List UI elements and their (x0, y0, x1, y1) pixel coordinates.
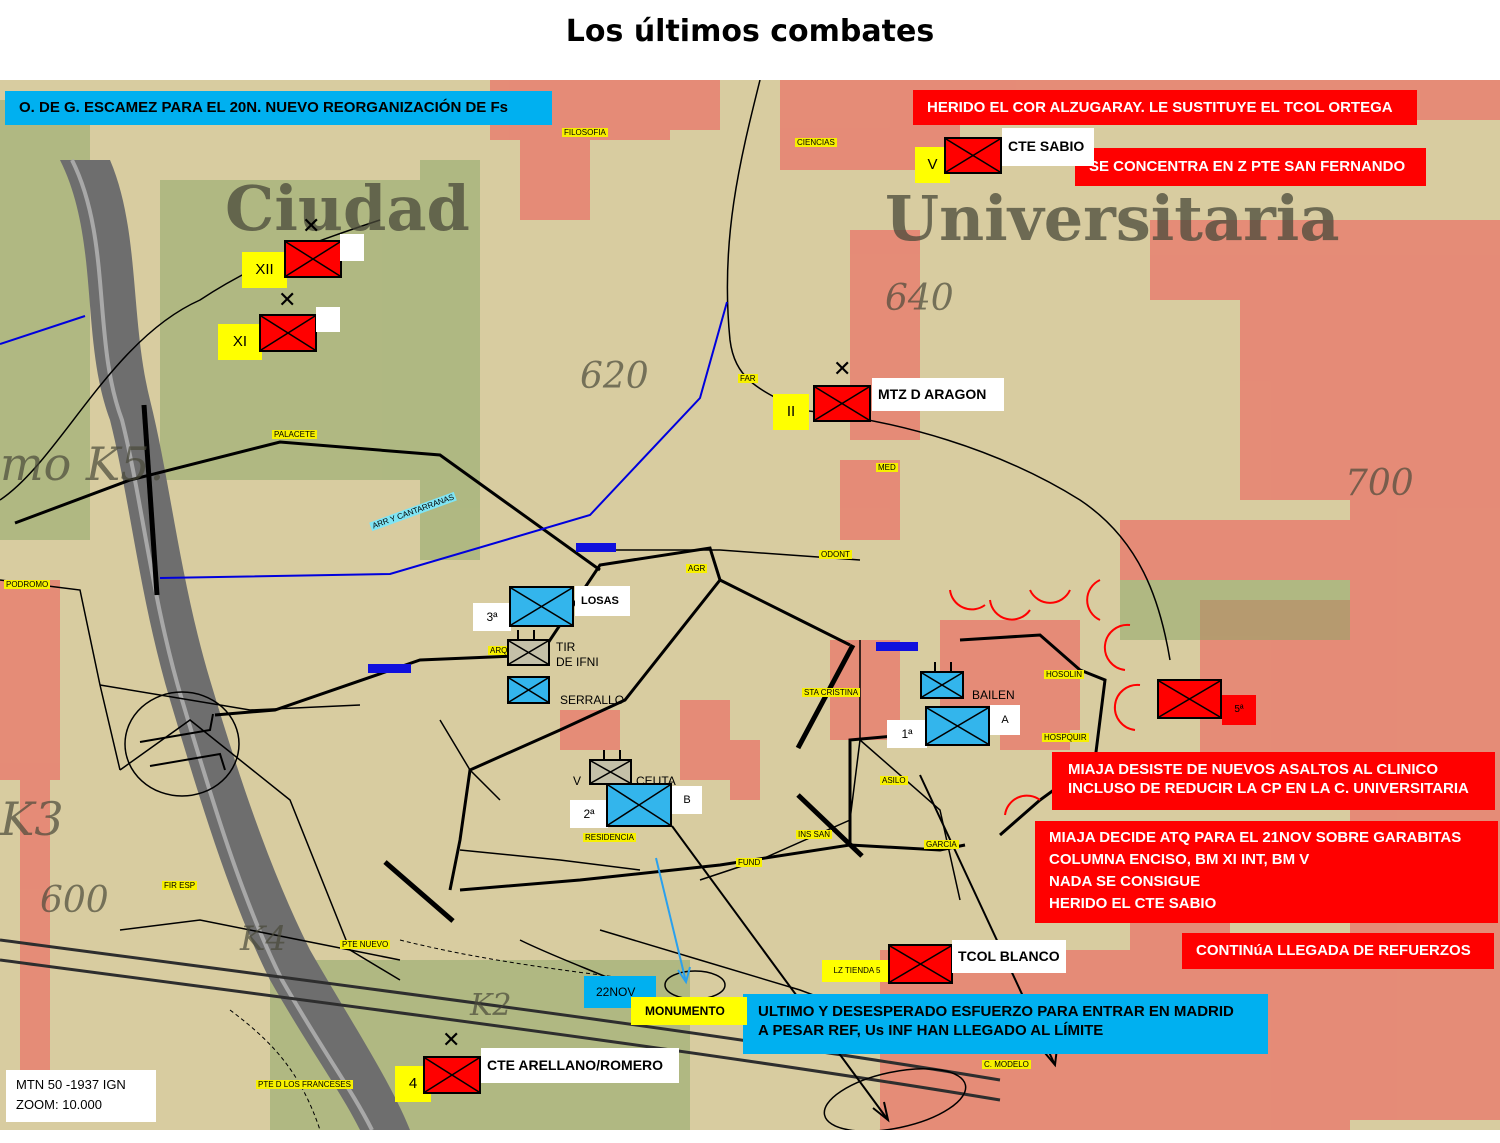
page-title: Los últimos combates (565, 14, 935, 49)
ultimo-esfuerzo-banner: ULTIMO Y DESESPERADO ESFUERZO PARA ENTRA… (743, 994, 1268, 1054)
label-pte-nuevo: PTE NUEVO (340, 940, 391, 949)
close-icon: ✕ (302, 214, 321, 239)
label-pte-franceses: PTE D LOS FRANCESES (256, 1080, 353, 1089)
label-odont: ODONT (819, 550, 852, 559)
blue-unit-bailen[interactable] (925, 706, 990, 746)
label-ins-san: INS SAN (796, 830, 833, 839)
mtz-aragon-number: II (773, 394, 809, 430)
map-source-box: MTN 50 -1937 IGN ZOOM: 10.000 (6, 1070, 156, 1122)
label-garcia: GARCIA (924, 840, 959, 849)
label-med: MED (876, 463, 898, 472)
miaja-decide-line2: COLUMNA ENCISO, BM XI INT, BM V (1049, 851, 1310, 868)
close-icon: ✕ (278, 288, 297, 313)
ceuta-v-label: V (573, 774, 582, 788)
ultimo-line1: ULTIMO Y DESESPERADO ESFUERZO PARA ENTRA… (758, 1003, 1234, 1020)
herido-cor-banner: HERIDO EL COR ALZUGARAY. LE SUSTITUYE EL… (913, 90, 1417, 125)
label-agr: AGR (686, 564, 708, 573)
map-text-k4: K4 (239, 919, 287, 959)
ceuta-number: 2ª (570, 800, 608, 828)
blue-unit-losas[interactable] (509, 586, 574, 627)
red-unit-xii[interactable] (284, 240, 342, 278)
bailen-label: BAILEN (972, 688, 1015, 702)
label-podromo: PODROMO (4, 580, 51, 589)
cte-arellano-label: CTE ARELLANO/ROMERO (481, 1048, 679, 1083)
map-area[interactable]: Ciudad Universitaria 640 620 700 600 mo … (0, 80, 1500, 1130)
red-unit-tcol-blanco[interactable] (888, 944, 953, 984)
blue-unit-serrallo[interactable] (507, 676, 550, 704)
map-text-mo-k5: mo K5. (0, 437, 164, 491)
xii-number: XII (242, 252, 287, 288)
gray-unit-tir-ifni[interactable] (507, 639, 550, 666)
red-unit-mtz-aragon[interactable] (813, 385, 871, 422)
map-source-line2: ZOOM: 10.000 (16, 1097, 102, 1112)
losas-number: 3ª (473, 603, 511, 631)
label-asilo: ASILO (880, 776, 908, 785)
label-fund: FUND (736, 858, 763, 867)
5a-label: 5ª (1222, 695, 1256, 725)
miaja-decide-line1: MIAJA DECIDE ATQ PARA EL 21NOV SOBRE GAR… (1049, 829, 1462, 846)
map-text-universitaria: Universitaria (885, 182, 1340, 255)
label-c-modelo: C. MODELO (982, 1060, 1031, 1069)
orders-banner: O. DE G. ESCAMEZ PARA EL 20N. NUEVO REOR… (5, 91, 552, 125)
red-unit-cte-arellano[interactable] (423, 1056, 481, 1094)
lz-tienda-label: LZ TIENDA 5 (822, 960, 892, 982)
miaja-desiste-banner: MIAJA DESISTE DE NUEVOS ASALTOS AL CLINI… (1052, 752, 1495, 810)
red-unit-5a[interactable] (1157, 679, 1222, 719)
serrallo-label: SERRALLO (560, 693, 625, 707)
map-source-line1: MTN 50 -1937 IGN (16, 1077, 126, 1092)
miaja-desiste-line2: INCLUSO DE REDUCIR LA CP EN LA C. UNIVER… (1068, 780, 1469, 797)
bailen-number: 1ª (887, 720, 927, 748)
blue-unit-ceuta[interactable] (606, 783, 672, 827)
map-elev-640: 640 (885, 278, 954, 319)
xi-blank-tag (316, 307, 340, 332)
label-sta-cristina: STA CRISTINA (802, 688, 861, 697)
se-concentra-banner: SE CONCENTRA EN Z PTE SAN FERNANDO (1075, 148, 1426, 186)
miaja-desiste-line1: MIAJA DESISTE DE NUEVOS ASALTOS AL CLINI… (1068, 761, 1439, 778)
map-elev-620: 620 (580, 356, 649, 397)
losas-label: LOSAS (575, 586, 630, 616)
ceuta-b-label: B (672, 786, 702, 814)
map-elev-600: 600 (40, 880, 109, 921)
map-text-k2: K2 (469, 988, 512, 1023)
label-ciencias: CIENCIAS (795, 138, 837, 147)
close-icon: ✕ (833, 357, 852, 382)
cte-sabio-label: CTE SABIO (1002, 128, 1094, 166)
map-text-k3: K3 (0, 792, 64, 846)
label-filosofia: FILOSOFIA (562, 128, 608, 137)
map-background: Ciudad Universitaria 640 620 700 600 mo … (0, 80, 1500, 1130)
label-fir-esp: FIR ESP (162, 881, 198, 890)
close-icon: ✕ (442, 1028, 461, 1053)
tcol-blanco-label: TCOL BLANCO (952, 940, 1066, 973)
gray-unit-ceuta[interactable] (589, 759, 632, 785)
monumento-label: MONUMENTO (631, 997, 747, 1025)
ultimo-line2: A PESAR REF, Us INF HAN LLEGADO AL LÍMIT… (758, 1022, 1104, 1039)
label-hosolin: HOSOLIN (1044, 670, 1085, 679)
miaja-decide-line4: HERIDO EL CTE SABIO (1049, 895, 1217, 912)
map-elev-700: 700 (1345, 463, 1414, 504)
label-palacete: PALACETE (272, 430, 318, 439)
mtz-aragon-label: MTZ D ARAGON (872, 378, 1004, 411)
red-unit-cte-sabio[interactable] (944, 137, 1002, 174)
xi-number: XI (218, 324, 262, 360)
miaja-decide-banner: MIAJA DECIDE ATQ PARA EL 21NOV SOBRE GAR… (1035, 821, 1498, 923)
refuerzos-banner: CONTINúA LLEGADA DE REFUERZOS (1182, 933, 1494, 969)
xii-blank-tag (340, 234, 364, 261)
miaja-decide-line3: NADA SE CONSIGUE (1049, 873, 1201, 890)
label-residencia: RESIDENCIA (583, 833, 636, 842)
tir-ifni-label: TIR DE IFNI (556, 640, 599, 669)
bailen-a-label: A (990, 705, 1020, 735)
label-hospquir: HOSPQUIR (1042, 733, 1089, 742)
label-far: FAR (738, 374, 758, 383)
blue-unit-bailen-small[interactable] (920, 671, 964, 699)
red-unit-xi[interactable] (259, 314, 317, 352)
